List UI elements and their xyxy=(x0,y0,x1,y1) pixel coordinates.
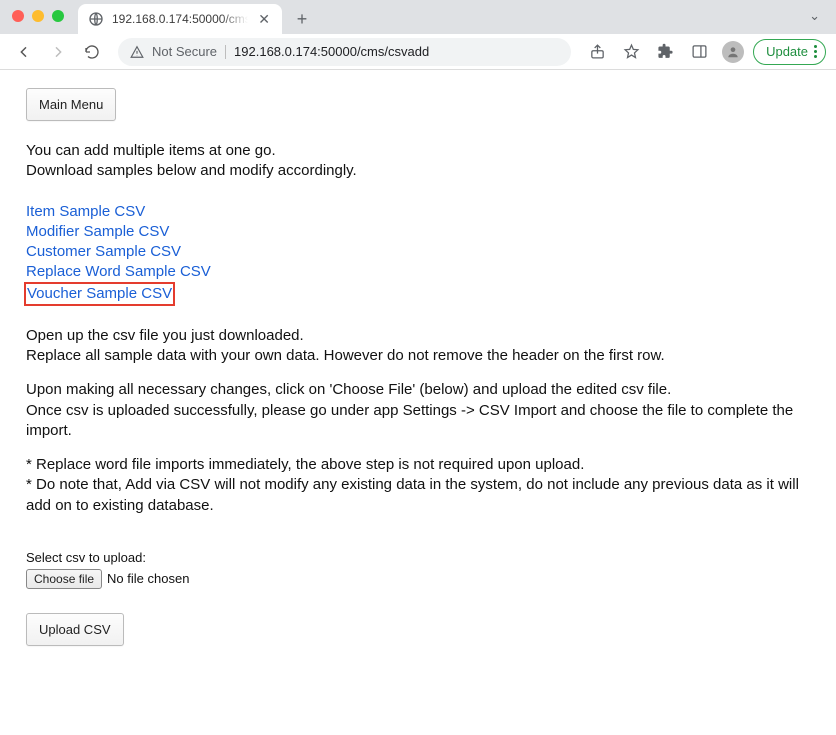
choose-file-button[interactable]: Choose file xyxy=(26,569,102,589)
sample-link[interactable]: Voucher Sample CSV xyxy=(26,284,173,304)
back-button[interactable] xyxy=(10,38,38,66)
omnibox-divider xyxy=(225,45,226,59)
tab-title: 192.168.0.174:50000/cms/csv xyxy=(112,12,248,26)
choose-file-label: Choose file xyxy=(34,572,94,586)
close-tab-icon[interactable]: ✕ xyxy=(256,9,272,30)
browser-tab[interactable]: 192.168.0.174:50000/cms/csv ✕ xyxy=(78,4,282,34)
intro-line-2: Download samples below and modify accord… xyxy=(26,161,810,181)
profile-avatar[interactable] xyxy=(719,38,747,66)
instr1-line1: Open up the csv file you just downloaded… xyxy=(26,326,810,346)
upload-csv-label: Upload CSV xyxy=(39,622,111,637)
sample-link[interactable]: Customer Sample CSV xyxy=(26,242,181,262)
not-secure-label: Not Secure xyxy=(152,44,217,59)
instr2-line2: Once csv is uploaded successfully, pleas… xyxy=(26,401,810,442)
not-secure-icon xyxy=(130,45,144,59)
forward-button[interactable] xyxy=(44,38,72,66)
instr1-line2: Replace all sample data with your own da… xyxy=(26,346,810,366)
intro-line-1: You can add multiple items at one go. xyxy=(26,141,810,161)
page-content: Main Menu You can add multiple items at … xyxy=(0,70,836,664)
note-line2: * Do note that, Add via CSV will not mod… xyxy=(26,475,810,516)
update-button[interactable]: Update xyxy=(753,39,826,65)
bookmark-star-icon[interactable] xyxy=(617,38,645,66)
sample-link[interactable]: Modifier Sample CSV xyxy=(26,222,169,242)
instructions-2: Upon making all necessary changes, click… xyxy=(26,380,810,441)
maximize-window-dot[interactable] xyxy=(52,10,64,22)
close-window-dot[interactable] xyxy=(12,10,24,22)
select-csv-label: Select csv to upload: xyxy=(26,550,810,565)
side-panel-icon[interactable] xyxy=(685,38,713,66)
new-tab-button[interactable]: + xyxy=(288,5,316,33)
notes: * Replace word file imports immediately,… xyxy=(26,455,810,516)
upload-csv-button[interactable]: Upload CSV xyxy=(26,613,124,646)
main-menu-button[interactable]: Main Menu xyxy=(26,88,116,121)
sample-link[interactable]: Replace Word Sample CSV xyxy=(26,262,211,282)
url-text: 192.168.0.174:50000/cms/csvadd xyxy=(234,44,559,59)
minimize-window-dot[interactable] xyxy=(32,10,44,22)
address-bar[interactable]: Not Secure 192.168.0.174:50000/cms/csvad… xyxy=(118,38,571,66)
browser-toolbar: Not Secure 192.168.0.174:50000/cms/csvad… xyxy=(0,34,836,70)
file-status: No file chosen xyxy=(107,571,189,586)
update-label: Update xyxy=(766,44,808,59)
instr2-line1: Upon making all necessary changes, click… xyxy=(26,380,810,400)
instructions-1: Open up the csv file you just downloaded… xyxy=(26,326,810,367)
share-icon[interactable] xyxy=(583,38,611,66)
expand-tabs-icon[interactable]: ⌄ xyxy=(803,2,826,30)
sample-links: Item Sample CSVModifier Sample CSVCustom… xyxy=(26,202,810,304)
intro-paragraph: You can add multiple items at one go. Do… xyxy=(26,141,810,182)
tab-strip: 192.168.0.174:50000/cms/csv ✕ + ⌄ xyxy=(0,0,836,34)
window-controls xyxy=(12,10,64,22)
extensions-icon[interactable] xyxy=(651,38,679,66)
main-menu-label: Main Menu xyxy=(39,97,103,112)
reload-button[interactable] xyxy=(78,38,106,66)
sample-link[interactable]: Item Sample CSV xyxy=(26,202,145,222)
file-input-row: Choose file No file chosen xyxy=(26,569,810,589)
menu-dots-icon xyxy=(814,45,817,58)
globe-icon xyxy=(88,11,104,27)
note-line1: * Replace word file imports immediately,… xyxy=(26,455,810,475)
